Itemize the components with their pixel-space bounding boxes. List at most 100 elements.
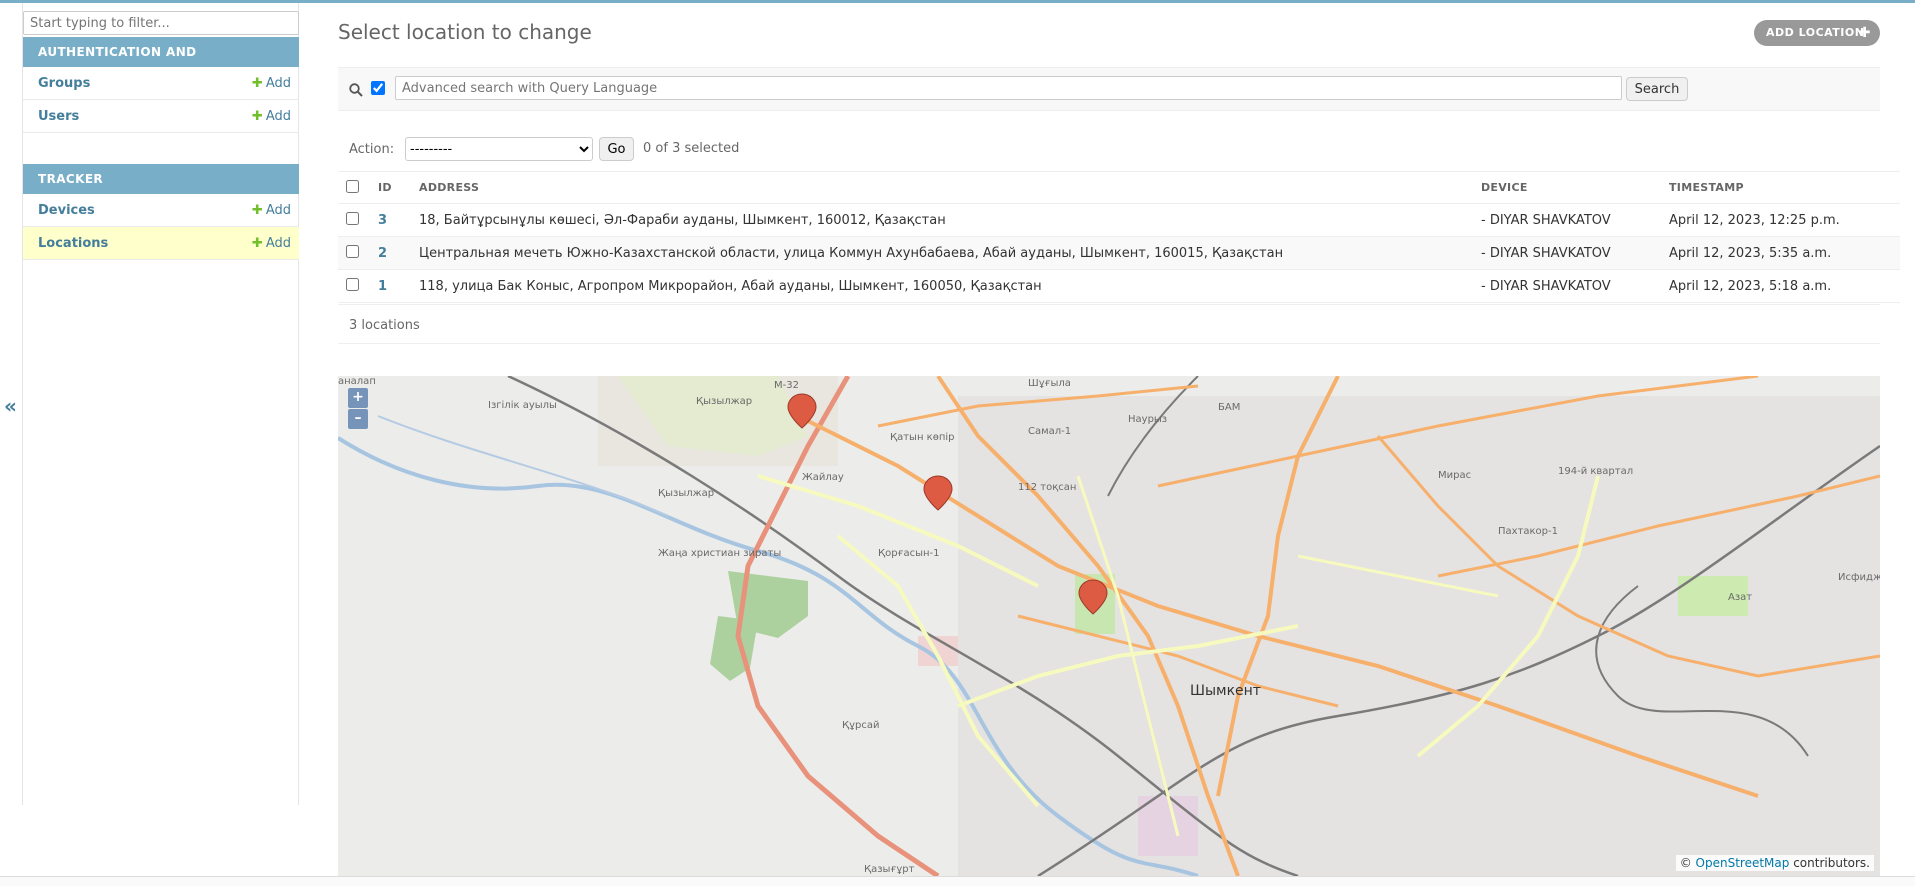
search-icon [349,83,363,97]
module-tracker: Tracker Devices ✚ Add Locations ✚ Add [23,164,299,260]
row-checkbox[interactable] [346,211,359,225]
table-row: 2 Центральная мечеть Южно-Казахстанской … [338,236,1900,270]
map-label: Мирас [1438,470,1472,481]
timestamp-cell: April 12, 2023, 5:18 a.m. [1661,269,1900,303]
id-cell: 1 [370,269,411,303]
map-label: Қызылжар [658,488,715,499]
sidebar-link-groups[interactable]: Groups [38,76,90,91]
map-label: Қызылжар [696,396,753,407]
collapse-sidebar-toggle[interactable]: « [4,394,17,418]
row-id-link[interactable]: 3 [378,213,387,228]
add-label: Add [265,76,291,91]
device-cell: - DIYAR SHAVKATOV [1473,236,1661,270]
map-label: Шұғыла [1028,378,1071,389]
sidebar-link-users[interactable]: Users [38,109,79,124]
plus-icon: ✚ [251,203,263,218]
column-header-id[interactable]: ID [370,171,411,204]
sidebar-item-locations: Locations ✚ Add [23,227,299,260]
map-label: Пахтакор-1 [1498,526,1558,537]
add-label: Add [265,236,291,251]
map-label: Жайлау [802,472,844,483]
table-row: 1 118, улица Бак Коныс, Агропром Микрора… [338,269,1900,303]
query-language-checkbox[interactable] [371,81,385,95]
location-map[interactable]: аналап Ізгілік ауылы Қызылжар М-32 Қатын… [338,376,1880,876]
column-header-timestamp[interactable]: TIMESTAMP [1661,171,1900,204]
module-header-tracker[interactable]: Tracker [23,164,299,194]
zoom-out-button[interactable]: – [348,409,368,429]
add-location-link[interactable]: ✚ Add [252,236,291,251]
map-label: Жаңа христиан зираты [658,548,782,559]
add-device-link[interactable]: ✚ Add [252,203,291,218]
map-label: Құрсай [842,720,880,731]
zoom-controls: + – [348,388,368,430]
sidebar-nav: Authentication and Authorization Groups … [22,3,299,805]
map-label: Қорғасын-1 [878,548,940,559]
action-select[interactable]: --------- [405,137,593,161]
page-title: Select location to change [338,20,592,44]
add-group-link[interactable]: ✚ Add [252,76,291,91]
address-cell: 118, улица Бак Коныс, Агропром Микрорайо… [411,269,1473,303]
map-label: Азат [1728,592,1753,603]
map-attribution: © OpenStreetMap contributors. [1675,855,1874,871]
device-cell: - DIYAR SHAVKATOV [1473,269,1661,303]
sidebar-link-locations[interactable]: Locations [38,236,108,251]
id-cell: 3 [370,203,411,237]
row-select-cell [338,203,370,237]
search-input[interactable] [395,76,1622,100]
selection-counter: 0 of 3 selected [643,141,740,156]
map-label: Исфиджаб [1838,572,1880,583]
add-label: Add [265,203,291,218]
select-all-header [338,171,370,204]
search-toolbar: Search [338,67,1880,111]
id-cell: 2 [370,236,411,270]
result-count: 3 locations [349,318,420,333]
timestamp-cell: April 12, 2023, 5:35 a.m. [1661,236,1900,270]
zoom-in-button[interactable]: + [348,388,368,408]
column-header-address[interactable]: ADDRESS [411,171,1473,204]
sidebar-filter-input[interactable] [23,11,299,35]
go-button[interactable]: Go [599,137,634,161]
search-button[interactable]: Search [1626,77,1688,101]
column-header-device[interactable]: DEVICE [1473,171,1661,204]
add-location-button[interactable]: ADD LOCATION ✚ [1754,20,1880,46]
module-header-auth[interactable]: Authentication and Authorization [23,37,299,89]
timestamp-cell: April 12, 2023, 12:25 p.m. [1661,203,1900,237]
attribution-suffix: contributors. [1793,856,1870,870]
map-label: М-32 [774,380,799,391]
add-label: Add [265,109,291,124]
sidebar-item-devices: Devices ✚ Add [23,194,299,227]
row-checkbox[interactable] [346,277,359,291]
action-label: Action: [349,142,395,157]
map-label: 112 тоқсан [1018,482,1077,493]
actions-bar: Action: --------- Go 0 of 3 selected [338,134,1880,164]
map-label: Ізгілік ауылы [488,400,557,411]
map-label: Қазығұрт [864,864,915,875]
results-table: ID ADDRESS DEVICE TIMESTAMP 3 18, Байтұр… [338,171,1900,303]
address-cell: Центральная мечеть Южно-Казахстанской об… [411,236,1473,270]
copyright-symbol: © [1679,856,1692,870]
row-id-link[interactable]: 1 [378,279,387,294]
plus-icon: ✚ [251,236,263,251]
map-label: Наурыз [1128,414,1168,425]
select-all-checkbox[interactable] [346,179,359,193]
add-user-link[interactable]: ✚ Add [252,109,291,124]
table-header-row: ID ADDRESS DEVICE TIMESTAMP [338,171,1900,204]
map-label: Қатын көпір [890,432,955,443]
openstreetmap-link[interactable]: OpenStreetMap [1696,856,1790,870]
row-checkbox[interactable] [346,244,359,258]
module-auth: Authentication and Authorization Groups … [23,37,299,133]
address-cell: 18, Байтұрсынұлы көшесі, Әл-Фараби аудан… [411,203,1473,237]
row-id-link[interactable]: 2 [378,246,387,261]
row-select-cell [338,236,370,270]
add-location-label: ADD LOCATION [1766,26,1865,39]
device-cell: - DIYAR SHAVKATOV [1473,203,1661,237]
table-row: 3 18, Байтұрсынұлы көшесі, Әл-Фараби ауд… [338,203,1900,237]
map-label: аналап [338,376,376,387]
sidebar-item-users: Users ✚ Add [23,100,299,133]
paginator: 3 locations [338,304,1880,344]
map-label: 194-й квартал [1558,466,1634,477]
row-select-cell [338,269,370,303]
city-label: Шымкент [1190,683,1261,699]
map-label: БАМ [1218,402,1241,413]
sidebar-link-devices[interactable]: Devices [38,203,95,218]
